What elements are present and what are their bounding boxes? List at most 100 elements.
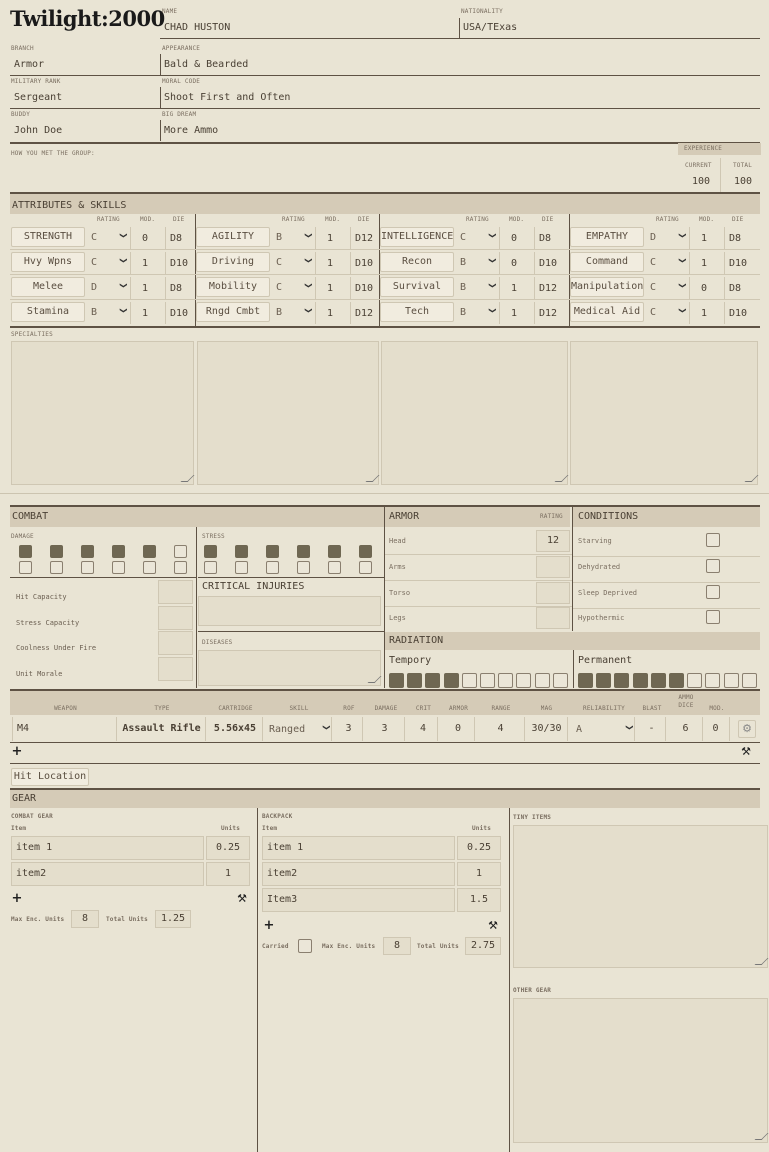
stress-box[interactable]	[328, 561, 341, 574]
radiation-perm-box[interactable]	[578, 673, 593, 688]
attribute-skill-button[interactable]: Command	[570, 252, 644, 272]
attribute-skill-button[interactable]: Stamina	[11, 302, 85, 322]
dream-field[interactable]: More Ammo	[164, 125, 218, 136]
other-gear-field[interactable]	[513, 998, 768, 1143]
damage-box[interactable]	[81, 545, 94, 558]
rating-select[interactable]: C ❯	[88, 227, 128, 249]
stress-box[interactable]	[297, 545, 310, 558]
rating-select[interactable]: B ❯	[273, 302, 313, 324]
rating-select[interactable]: C ❯	[457, 227, 497, 249]
experience-current[interactable]: 100	[692, 176, 710, 187]
combat-gear-item-units[interactable]: 1	[206, 862, 250, 886]
rating-select[interactable]: D ❯	[647, 227, 687, 249]
attribute-skill-button[interactable]: Tech	[380, 302, 454, 322]
rating-select[interactable]: C ❯	[647, 252, 687, 274]
combat-gear-item-name[interactable]: item 1	[11, 836, 204, 860]
specialties-2[interactable]	[197, 341, 379, 485]
stress-box[interactable]	[235, 561, 248, 574]
combat-stat-field[interactable]	[158, 606, 193, 630]
mod-value[interactable]: 0	[511, 233, 517, 244]
mod-value[interactable]: 1	[142, 258, 148, 269]
damage-box[interactable]	[19, 545, 32, 558]
hit-location-button[interactable]: Hit Location	[11, 768, 89, 786]
armor-rating-field[interactable]	[536, 607, 570, 629]
diseases-field[interactable]	[198, 650, 381, 686]
radiation-temp-box[interactable]	[443, 673, 459, 688]
condition-checkbox[interactable]	[706, 585, 720, 599]
rof-cell[interactable]: 3	[335, 717, 363, 741]
armor-rating-field[interactable]	[536, 556, 570, 578]
mod-value[interactable]: 0	[142, 233, 148, 244]
backpack-item-units[interactable]: 1	[457, 862, 501, 886]
skill-select[interactable]: Ranged ❯	[266, 717, 332, 741]
radiation-temp-box[interactable]	[407, 673, 423, 688]
name-field[interactable]: CHAD HUSTON	[164, 22, 230, 33]
mod-value[interactable]: 0	[701, 283, 707, 294]
specialties-4[interactable]	[570, 341, 758, 485]
radiation-perm-box[interactable]	[741, 673, 757, 688]
damage-box[interactable]	[112, 561, 125, 574]
radiation-temp-box[interactable]	[425, 673, 441, 688]
mod-value[interactable]: 1	[701, 258, 707, 269]
stress-box[interactable]	[235, 545, 248, 558]
mod-value[interactable]: 1	[327, 258, 333, 269]
backpack-tools-icon[interactable]: ⚒	[487, 920, 499, 932]
attribute-skill-button[interactable]: Manipulation	[570, 277, 644, 297]
radiation-perm-box[interactable]	[614, 673, 630, 688]
radiation-perm-box[interactable]	[650, 673, 666, 688]
nationality-field[interactable]: USA/TExas	[463, 22, 517, 33]
rating-select[interactable]: B ❯	[457, 277, 497, 299]
damage-box[interactable]	[174, 545, 187, 558]
attribute-skill-button[interactable]: AGILITY	[196, 227, 270, 247]
backpack-item-name[interactable]: item 1	[262, 836, 455, 860]
radiation-perm-box[interactable]	[723, 673, 739, 688]
radiation-perm-box[interactable]	[632, 673, 648, 688]
damage-box[interactable]	[143, 545, 156, 558]
condition-checkbox[interactable]	[706, 610, 720, 624]
combat-gear-tools-icon[interactable]: ⚒	[236, 893, 248, 905]
radiation-temp-box[interactable]	[552, 673, 568, 688]
mod-cell[interactable]: 0	[702, 717, 730, 741]
radiation-temp-box[interactable]	[480, 673, 495, 688]
moral-field[interactable]: Shoot First and Often	[164, 92, 290, 103]
mod-value[interactable]: 1	[142, 283, 148, 294]
rating-select[interactable]: C ❯	[647, 277, 687, 299]
backpack-item-name[interactable]: Item3	[262, 888, 455, 912]
stress-box[interactable]	[359, 545, 372, 558]
rating-select[interactable]: B ❯	[88, 302, 128, 324]
mod-value[interactable]: 1	[701, 308, 707, 319]
buddy-field[interactable]: John Doe	[14, 125, 62, 136]
branch-field[interactable]: Armor	[14, 59, 44, 70]
ammo-cell[interactable]: 6	[669, 717, 703, 741]
radiation-temp-box[interactable]	[534, 673, 550, 688]
mod-value[interactable]: 1	[511, 283, 517, 294]
mod-value[interactable]: 1	[327, 283, 333, 294]
armor-rating-field[interactable]	[536, 582, 570, 604]
armor-cell[interactable]: 0	[442, 717, 475, 741]
experience-total[interactable]: 100	[734, 176, 752, 187]
radiation-temp-box[interactable]	[389, 673, 404, 688]
type-cell[interactable]: Assault Rifle	[118, 717, 206, 741]
mod-value[interactable]: 1	[327, 308, 333, 319]
condition-checkbox[interactable]	[706, 533, 720, 547]
weapon-cell[interactable]: M4	[12, 717, 117, 741]
attribute-skill-button[interactable]: Rngd Cmbt	[196, 302, 270, 322]
combat-gear-max[interactable]: 8	[71, 910, 99, 928]
crit-cell[interactable]: 4	[409, 717, 438, 741]
attribute-skill-button[interactable]: EMPATHY	[570, 227, 644, 247]
backpack-item-name[interactable]: item2	[262, 862, 455, 886]
reliability-select[interactable]: A ❯	[573, 717, 635, 741]
range-cell[interactable]: 4	[477, 717, 525, 741]
tiny-items-field[interactable]	[513, 825, 768, 968]
radiation-temp-box[interactable]	[461, 673, 477, 688]
mod-value[interactable]: 1	[327, 233, 333, 244]
mod-value[interactable]: 1	[511, 308, 517, 319]
radiation-perm-box[interactable]	[669, 673, 684, 688]
combat-stat-field[interactable]	[158, 631, 193, 655]
stress-box[interactable]	[359, 561, 372, 574]
specialties-3[interactable]	[381, 341, 568, 485]
met-group-field[interactable]	[10, 158, 678, 192]
attribute-skill-button[interactable]: INTELLIGENCE	[380, 227, 454, 247]
add-backpack-icon[interactable]: +	[263, 919, 275, 932]
rating-select[interactable]: C ❯	[88, 252, 128, 274]
